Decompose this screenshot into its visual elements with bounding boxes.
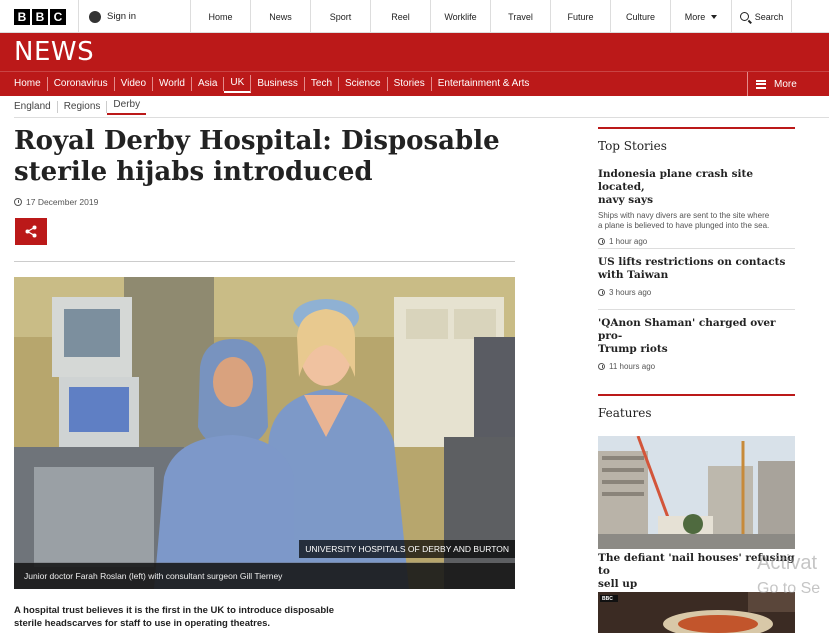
breadcrumb-england[interactable]: England <box>14 101 58 113</box>
bbc-logo[interactable]: B B C <box>14 9 66 25</box>
top-story-1-summary-line-1: Ships with navy divers are sent to the s… <box>598 211 770 220</box>
secnav-uk[interactable]: UK <box>224 75 252 93</box>
article-date: 17 December 2019 <box>14 197 98 207</box>
top-navigation: Home News Sport Reel Worklife Travel Fut… <box>190 0 792 33</box>
top-story-3-time: 11 hours ago <box>598 362 795 371</box>
chevron-down-icon <box>711 14 718 19</box>
top-story-1-title-line-2: navy says <box>598 194 654 206</box>
bbc-logo-letter-b1: B <box>14 9 30 25</box>
topnav-culture[interactable]: Culture <box>610 0 670 33</box>
top-story-3-title[interactable]: 'QAnon Shaman' charged over pro- Trump r… <box>598 317 795 356</box>
clock-icon <box>598 238 605 245</box>
feature-2-badge: BBC <box>602 596 613 602</box>
topnav-home[interactable]: Home <box>190 0 250 33</box>
top-story-2-title[interactable]: US lifts restrictions on contacts with T… <box>598 256 795 282</box>
top-story-1-title-line-1: Indonesia plane crash site located, <box>598 168 754 193</box>
top-story-1-summary-line-2: a plane is believed to have plunged into… <box>598 221 770 230</box>
search-icon <box>739 12 749 21</box>
top-story-1-time: 1 hour ago <box>598 237 795 246</box>
photo-caption: Junior doctor Farah Roslan (left) with c… <box>14 563 515 589</box>
topnav-more-label: More <box>684 11 706 22</box>
article-summary: A hospital trust believes it is the firs… <box>14 604 374 630</box>
story-divider <box>598 309 795 310</box>
news-title[interactable]: NEWS <box>14 37 94 67</box>
topnav-worklife[interactable]: Worklife <box>430 0 490 33</box>
breadcrumb-regions[interactable]: Regions <box>58 101 108 113</box>
story-divider <box>598 248 795 249</box>
top-story-1[interactable]: Indonesia plane crash site located, navy… <box>598 168 795 246</box>
secnav-stories[interactable]: Stories <box>388 77 432 91</box>
top-story-3-title-line-1: 'QAnon Shaman' charged over pro- <box>598 317 776 342</box>
top-story-2-time-text: 3 hours ago <box>609 288 652 297</box>
top-story-3[interactable]: 'QAnon Shaman' charged over pro- Trump r… <box>598 317 795 371</box>
headline-line-2: sterile hijabs introduced <box>14 157 373 187</box>
summary-line-1: A hospital trust believes it is the firs… <box>14 605 335 616</box>
bbc-logo-letter-b2: B <box>32 9 48 25</box>
article-date-text: 17 December 2019 <box>26 197 99 207</box>
construction-site-photo <box>598 436 795 549</box>
secnav-science[interactable]: Science <box>339 77 388 91</box>
secnav-video[interactable]: Video <box>115 77 154 91</box>
feature-1-image[interactable] <box>598 436 795 549</box>
bbc-top-bar: B B C Sign in Home News Sport Reel Workl… <box>0 0 829 33</box>
headline-line-1: Royal Derby Hospital: Disposable <box>14 126 500 156</box>
share-button[interactable] <box>15 218 47 245</box>
user-icon <box>89 10 101 23</box>
sign-in-label: Sign in <box>107 11 137 22</box>
top-stories-heading: Top Stories <box>598 139 667 153</box>
secnav-entertainment-arts[interactable]: Entertainment & Arts <box>432 77 536 91</box>
secnav-asia[interactable]: Asia <box>192 77 225 91</box>
top-story-1-summary: Ships with navy divers are sent to the s… <box>598 211 795 231</box>
topnav-sport[interactable]: Sport <box>310 0 370 33</box>
topnav-future[interactable]: Future <box>550 0 610 33</box>
top-story-2-title-line-1: US lifts restrictions on contacts <box>598 256 786 268</box>
secnav-business[interactable]: Business <box>251 77 305 91</box>
secnav-more-label: More <box>774 78 797 90</box>
topnav-news[interactable]: News <box>250 0 310 33</box>
topnav-travel[interactable]: Travel <box>490 0 550 33</box>
summary-line-2: sterile headscarves for staff to use in … <box>14 618 271 629</box>
features-heading: Features <box>598 406 652 420</box>
secnav-tech[interactable]: Tech <box>305 77 340 91</box>
top-story-3-title-line-2: Trump riots <box>598 343 668 355</box>
article-headline: Royal Derby Hospital: Disposable sterile… <box>14 126 524 188</box>
clock-icon <box>598 363 605 370</box>
secnav-home[interactable]: Home <box>8 77 48 91</box>
top-story-1-time-text: 1 hour ago <box>609 237 648 246</box>
top-stories-rule <box>598 127 795 129</box>
news-banner: NEWS <box>0 33 829 71</box>
top-story-2[interactable]: US lifts restrictions on contacts with T… <box>598 256 795 297</box>
os-activation-watermark: Activat Go to Se <box>757 550 820 602</box>
breadcrumb-divider <box>14 117 829 118</box>
watermark-line-2: Go to Se <box>757 580 821 597</box>
topnav-reel[interactable]: Reel <box>370 0 430 33</box>
features-rule <box>598 394 795 396</box>
feature-1-title-line-2: sell up <box>598 578 638 590</box>
breadcrumb-derby[interactable]: Derby <box>107 99 147 115</box>
top-story-2-time: 3 hours ago <box>598 288 795 297</box>
secnav-coronavirus[interactable]: Coronavirus <box>48 77 115 91</box>
bbc-logo-letter-c: C <box>50 9 66 25</box>
top-story-2-title-line-2: with Taiwan <box>598 269 669 281</box>
secnav-world[interactable]: World <box>153 77 192 91</box>
top-story-1-title[interactable]: Indonesia plane crash site located, navy… <box>598 168 795 207</box>
clock-icon <box>14 198 22 206</box>
menu-icon <box>756 79 766 89</box>
watermark-line-1: Activat <box>757 552 818 574</box>
secnav-more-button[interactable]: More <box>747 72 829 96</box>
breadcrumb: England Regions Derby <box>14 98 147 116</box>
sign-in-link[interactable]: Sign in <box>78 0 190 33</box>
top-story-3-time-text: 11 hours ago <box>609 362 656 371</box>
topnav-search[interactable]: Search <box>731 0 792 33</box>
share-icon <box>25 225 37 238</box>
section-navigation: Home Coronavirus Video World Asia UK Bus… <box>0 71 829 96</box>
topnav-more-dropdown[interactable]: More <box>670 0 731 33</box>
article-photo: UNIVERSITY HOSPITALS OF DERBY AND BURTON… <box>14 277 515 589</box>
search-label: Search <box>754 11 784 22</box>
clock-icon <box>598 289 605 296</box>
photo-credit: UNIVERSITY HOSPITALS OF DERBY AND BURTON <box>299 540 515 558</box>
article-divider <box>14 261 515 262</box>
